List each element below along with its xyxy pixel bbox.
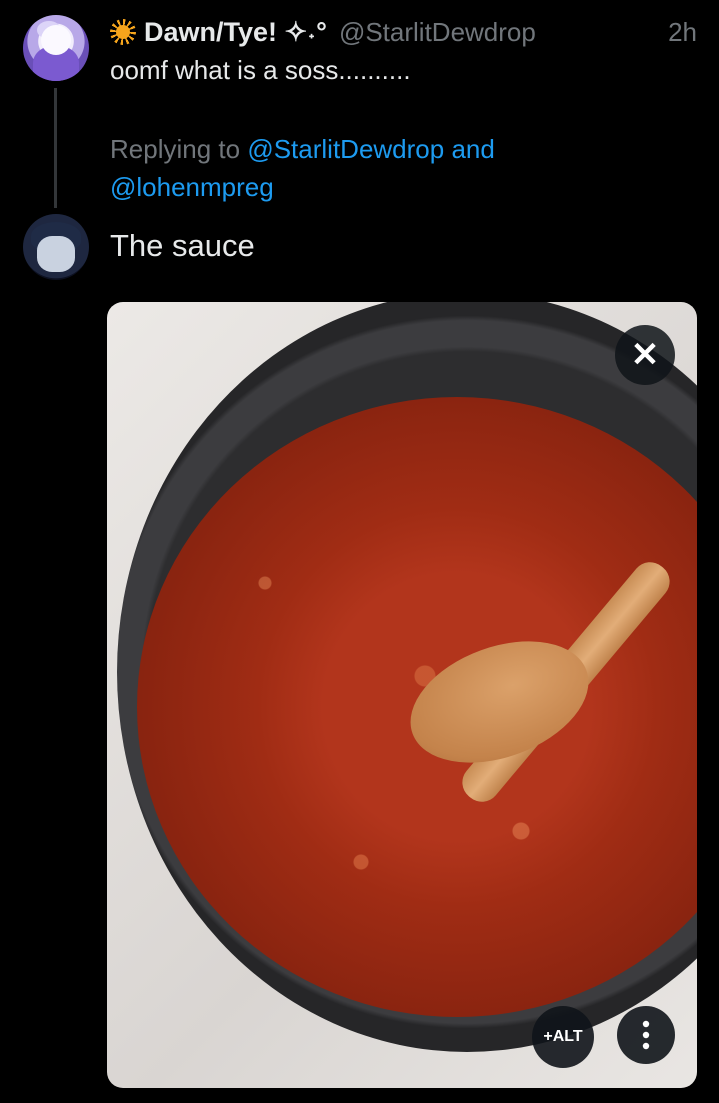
- avatar-art: [41, 25, 71, 55]
- replying-to-line: Replying to @StarlitDewdrop and @lohenmp…: [110, 130, 590, 206]
- avatar-reply-author[interactable]: [23, 214, 89, 280]
- alt-label: +ALT: [543, 1028, 583, 1045]
- mention-link[interactable]: @lohenmpreg: [110, 172, 274, 202]
- replying-prefix: Replying to: [110, 134, 241, 164]
- close-media-button[interactable]: ✕: [615, 325, 675, 385]
- tweet-timestamp[interactable]: 2h: [668, 17, 697, 48]
- author-handle[interactable]: @StarlitDewdrop: [339, 17, 536, 48]
- sun-icon: [110, 19, 136, 45]
- avatar-art: [37, 236, 75, 272]
- close-icon: ✕: [630, 336, 660, 374]
- author-display-name[interactable]: Dawn/Tye! ✧˖°: [144, 17, 327, 48]
- mention-conjunction[interactable]: and: [451, 134, 494, 164]
- mention-link[interactable]: @StarlitDewdrop: [247, 134, 444, 164]
- more-options-button[interactable]: [617, 1006, 675, 1064]
- more-vertical-icon: [642, 1020, 650, 1050]
- reply-text: The sauce: [110, 228, 255, 263]
- tweet-header: Dawn/Tye! ✧˖° @StarlitDewdrop 2h: [110, 15, 697, 49]
- avatar-original-author[interactable]: [23, 15, 89, 81]
- tweet-text: oomf what is a soss..........: [110, 55, 411, 85]
- alt-text-button[interactable]: +ALT: [532, 1006, 594, 1068]
- reply-media-image[interactable]: ✕ +ALT: [107, 302, 697, 1088]
- thread-connector-line: [54, 88, 57, 208]
